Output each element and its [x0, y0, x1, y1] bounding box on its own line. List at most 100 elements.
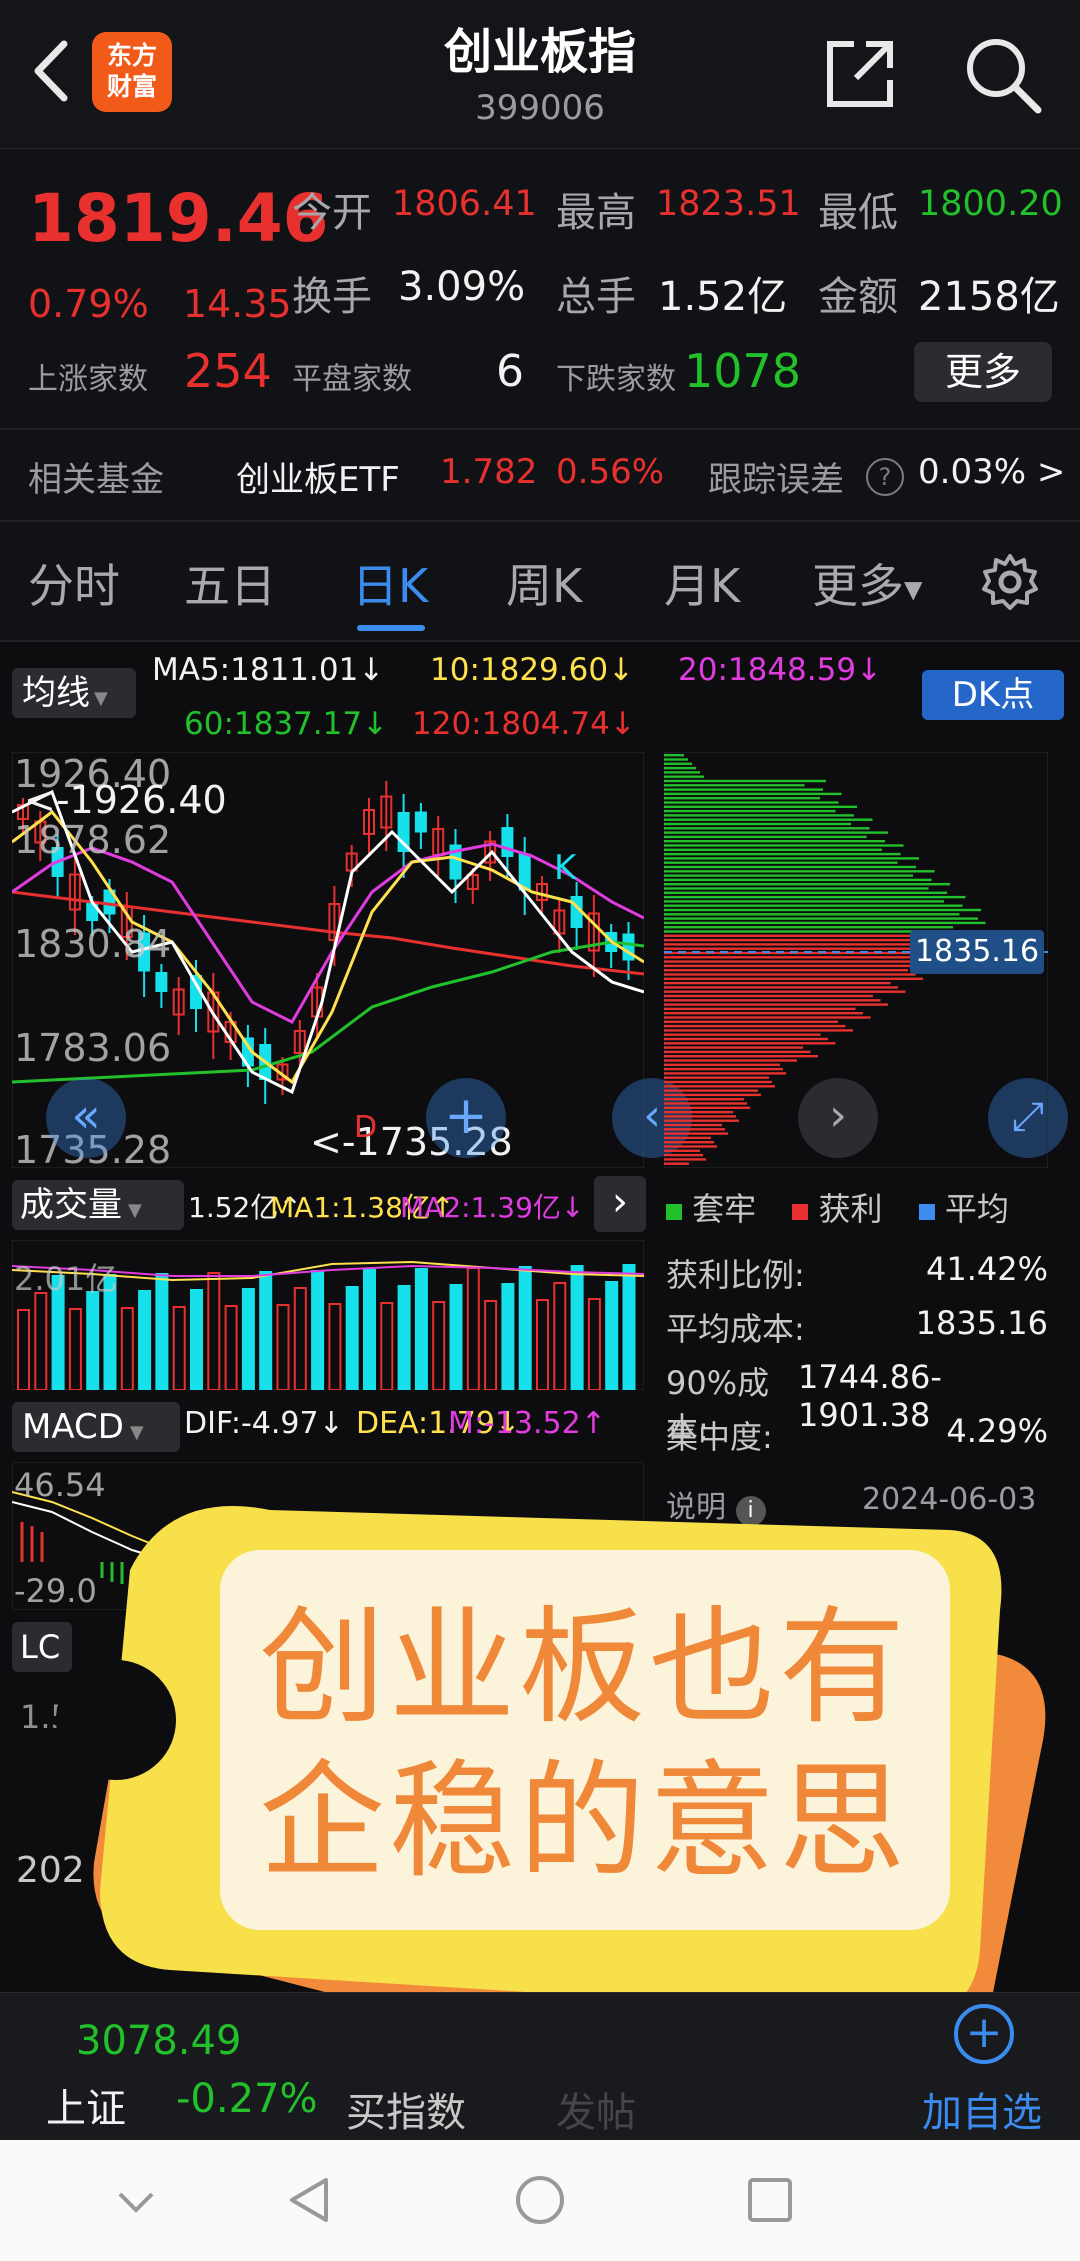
active-tab-indicator: [357, 625, 425, 631]
hide-keyboard-icon[interactable]: [112, 2178, 160, 2226]
volume-bar: [501, 1283, 515, 1390]
chip-bar: [664, 1003, 888, 1006]
divider: [0, 428, 1080, 430]
page-title: 创业板指: [443, 24, 636, 80]
candle-body: [518, 853, 531, 891]
nav-home-icon[interactable]: [512, 2172, 568, 2228]
chip-bar: [664, 1033, 821, 1036]
chip-bar: [664, 878, 932, 882]
amount-value: 2158亿: [918, 274, 1060, 320]
chip-bar: [664, 1072, 786, 1075]
chip-bar: [664, 848, 882, 851]
candle-body: [414, 811, 427, 833]
sh-index-name[interactable]: 上证: [46, 2076, 126, 2134]
chip-bar: [664, 857, 919, 860]
settings-gear-icon[interactable]: [980, 552, 1040, 612]
up-count-value: 254: [184, 344, 272, 398]
chip-row-value: 41.42%: [925, 1250, 1048, 1288]
fund-label: 相关基金: [28, 460, 164, 500]
app-logo[interactable]: 东方 财富: [92, 32, 172, 112]
track-error-value[interactable]: 0.03% >: [918, 452, 1065, 492]
volume-bar: [622, 1264, 636, 1390]
chip-bar: [664, 771, 700, 774]
scroll-left-icon[interactable]: «: [46, 1078, 126, 1158]
chip-bar: [664, 818, 873, 821]
chip-bar: [664, 917, 978, 920]
volume-bar: [224, 1305, 238, 1390]
flat-count-label: 平盘家数: [292, 362, 412, 397]
tab-fenshi[interactable]: 分时: [28, 550, 120, 616]
macd-m: M:-13.52↑: [448, 1406, 606, 1441]
legend-trapped: 套牢: [692, 1190, 757, 1228]
chip-bar: [664, 1012, 863, 1015]
chip-bar: [664, 1132, 728, 1135]
chip-bar: [664, 964, 941, 968]
help-icon[interactable]: ?: [866, 458, 904, 496]
chip-bar: [664, 1042, 836, 1045]
chevron-right-icon[interactable]: ›: [594, 1176, 646, 1232]
chip-bar: [664, 986, 898, 989]
chip-row-value: 4.29%: [946, 1412, 1048, 1450]
chip-row-label: 90%成本:: [666, 1364, 770, 1448]
chip-bar: [664, 1055, 818, 1058]
chip-bar: [664, 895, 966, 899]
up-count-label: 上涨家数: [28, 362, 148, 397]
chip-bar: [664, 913, 960, 916]
macd-dif: DIF:-4.97↓: [184, 1406, 344, 1441]
volume-bar: [414, 1268, 428, 1390]
tab-more[interactable]: 更多▼: [812, 550, 922, 616]
chip-bar: [664, 883, 950, 886]
macd-selector[interactable]: MACD ▼: [12, 1402, 180, 1452]
index-code: 399006: [475, 88, 605, 128]
post-button[interactable]: 发帖: [556, 2080, 636, 2138]
volume-bar: [380, 1302, 394, 1390]
chip-bar: [664, 1128, 725, 1131]
volume-bar: [293, 1287, 307, 1390]
volume-selector[interactable]: 成交量 ▼: [12, 1180, 184, 1230]
ma-selector[interactable]: 均线 ▼: [12, 668, 136, 718]
back-icon[interactable]: [22, 36, 82, 106]
down-count-label: 下跌家数: [556, 362, 676, 397]
chip-bar: [664, 1145, 717, 1148]
nav-recents-icon[interactable]: [742, 2172, 798, 2228]
more-button[interactable]: 更多: [914, 342, 1052, 402]
tab-daily-k[interactable]: 日K: [352, 550, 428, 616]
nav-back-icon[interactable]: [282, 2172, 338, 2228]
chip-bar: [664, 874, 913, 877]
turnover-value: 3.09%: [398, 264, 526, 310]
add-watchlist-button[interactable]: 加自选: [922, 2080, 1042, 2138]
chip-bar: [664, 1059, 797, 1062]
volume-bar: [587, 1298, 601, 1390]
fund-name[interactable]: 创业板ETF: [236, 452, 400, 501]
chip-bar: [664, 1020, 838, 1023]
chip-bar: [664, 908, 981, 912]
chip-bar: [664, 973, 916, 976]
tab-weekly-k[interactable]: 周K: [506, 550, 582, 616]
chip-bar: [664, 1080, 772, 1084]
tab-wuri[interactable]: 五日: [184, 550, 276, 616]
volume-bar: [311, 1270, 325, 1390]
sh-index-pct[interactable]: -0.27%: [176, 2076, 318, 2122]
tab-monthly-k[interactable]: 月K: [664, 550, 740, 616]
add-circle-icon[interactable]: +: [954, 2004, 1014, 2064]
flat-count-value: 6: [496, 346, 524, 397]
caret-down-icon: ▼: [129, 1422, 144, 1443]
chip-bar: [664, 775, 704, 778]
chip-bar: [664, 852, 901, 856]
search-icon[interactable]: [960, 32, 1044, 116]
chip-bar: [664, 844, 904, 847]
y-axis-label: 1830.84: [14, 922, 172, 966]
chip-bar: [664, 891, 947, 894]
zoom-in-icon[interactable]: +: [426, 1078, 506, 1158]
volume-axis-label: 2.01亿: [14, 1260, 118, 1298]
share-icon[interactable]: [822, 36, 898, 112]
volume-bar: [120, 1307, 134, 1390]
sh-index-value[interactable]: 3078.49: [76, 2018, 241, 2064]
buy-index-button[interactable]: 买指数: [346, 2080, 466, 2138]
caret-down-icon: ▼: [94, 688, 108, 709]
candle-body: [155, 972, 168, 992]
chip-bar: [664, 1093, 761, 1097]
dk-point-button[interactable]: DK点: [922, 670, 1064, 720]
volume-bar: [259, 1271, 273, 1390]
chip-bar: [664, 779, 826, 783]
